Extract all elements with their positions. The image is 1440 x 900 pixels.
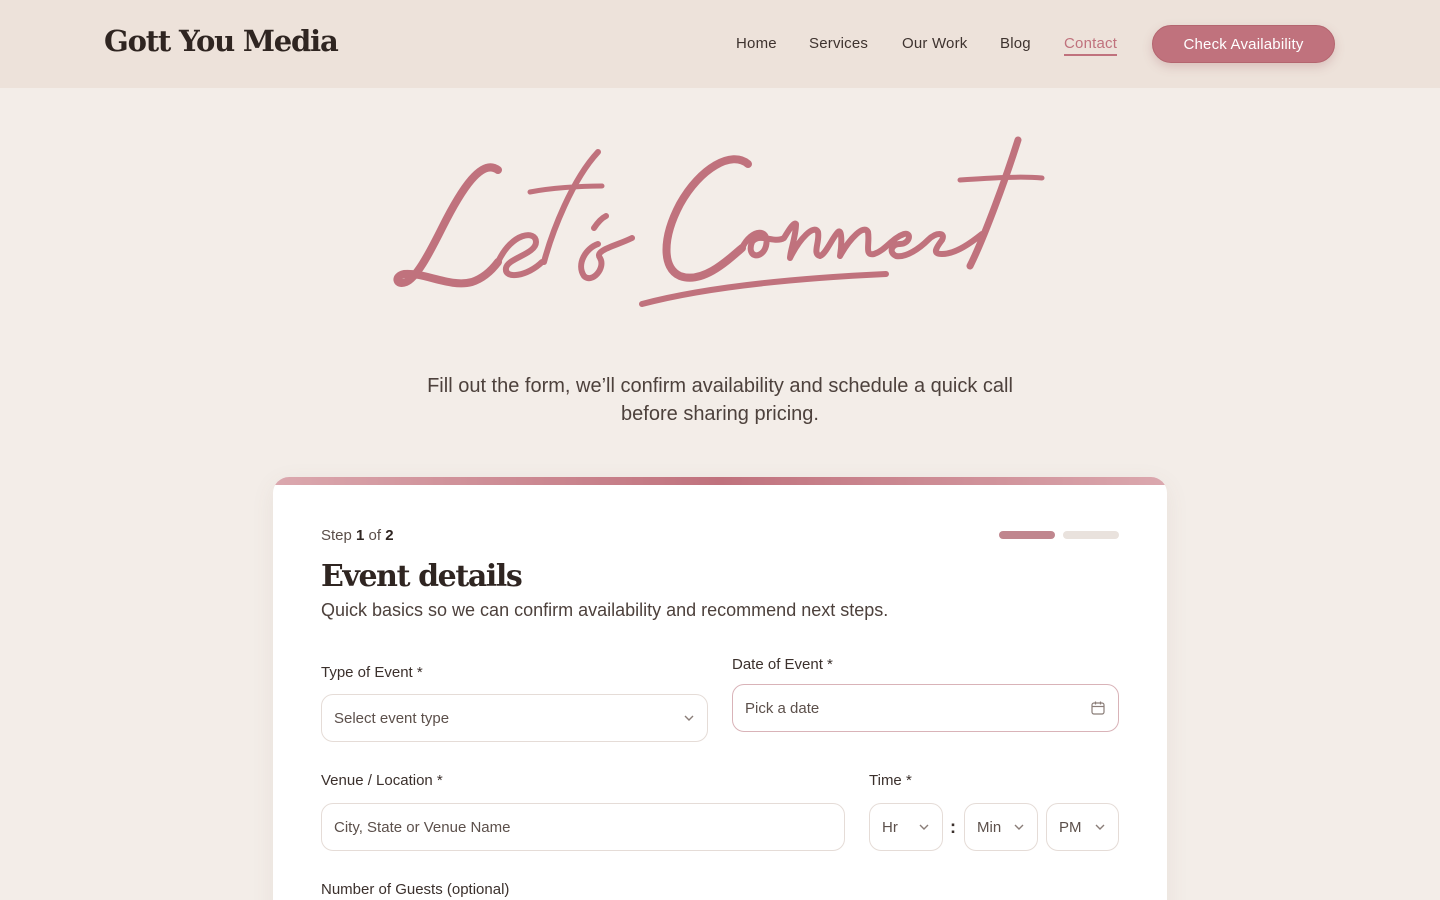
nav-contact[interactable]: Contact [1064, 35, 1118, 56]
time-period-value: PM [1059, 818, 1082, 836]
progress-step-2 [1063, 531, 1119, 539]
site-header: Gott You Media Home Services Our Work Bl… [0, 0, 1440, 88]
chevron-down-icon [684, 715, 694, 721]
time-period-select[interactable]: PM [1046, 803, 1119, 851]
chevron-down-icon [1095, 824, 1105, 830]
progress-step-1 [999, 531, 1055, 539]
venue-input[interactable]: City, State or Venue Name [321, 803, 845, 851]
event-date-label: Date of Event * [732, 656, 833, 673]
chevron-down-icon [919, 824, 929, 830]
venue-label: Venue / Location * [321, 772, 443, 789]
event-type-label: Type of Event * [321, 664, 423, 681]
nav-services[interactable]: Services [809, 35, 868, 52]
form-title: Event details [321, 559, 523, 594]
time-hour-select[interactable]: Hr [869, 803, 943, 851]
step-progress [999, 531, 1119, 539]
time-minute-value: Min [977, 818, 1002, 836]
time-hour-value: Hr [882, 818, 898, 836]
time-minute-select[interactable]: Min [964, 803, 1038, 851]
step-indicator: Step 1 of 2 [321, 527, 394, 544]
nav-blog[interactable]: Blog [1000, 35, 1031, 52]
hero-subtitle: Fill out the form, we’ll confirm availab… [427, 375, 1013, 425]
lets-connect-script-title [380, 128, 1060, 328]
guests-label: Number of Guests (optional) [321, 881, 510, 898]
form-subtitle: Quick basics so we can confirm availabil… [321, 600, 889, 620]
event-type-select[interactable]: Select event type [321, 694, 708, 742]
nav-our-work[interactable]: Our Work [902, 35, 968, 52]
check-availability-button[interactable]: Check Availability [1152, 25, 1335, 63]
event-date-picker[interactable]: Pick a date [732, 684, 1119, 732]
calendar-icon [1091, 701, 1105, 715]
card-accent-bar [273, 477, 1167, 485]
time-label: Time * [869, 772, 912, 789]
nav-home[interactable]: Home [736, 35, 777, 52]
event-type-placeholder: Select event type [334, 709, 450, 727]
venue-placeholder: City, State or Venue Name [334, 818, 511, 836]
event-form-card: Step 1 of 2 Event details Quick basics s… [273, 477, 1167, 900]
chevron-down-icon [1014, 824, 1024, 830]
event-date-placeholder: Pick a date [745, 699, 820, 717]
time-separator: : [950, 817, 956, 837]
